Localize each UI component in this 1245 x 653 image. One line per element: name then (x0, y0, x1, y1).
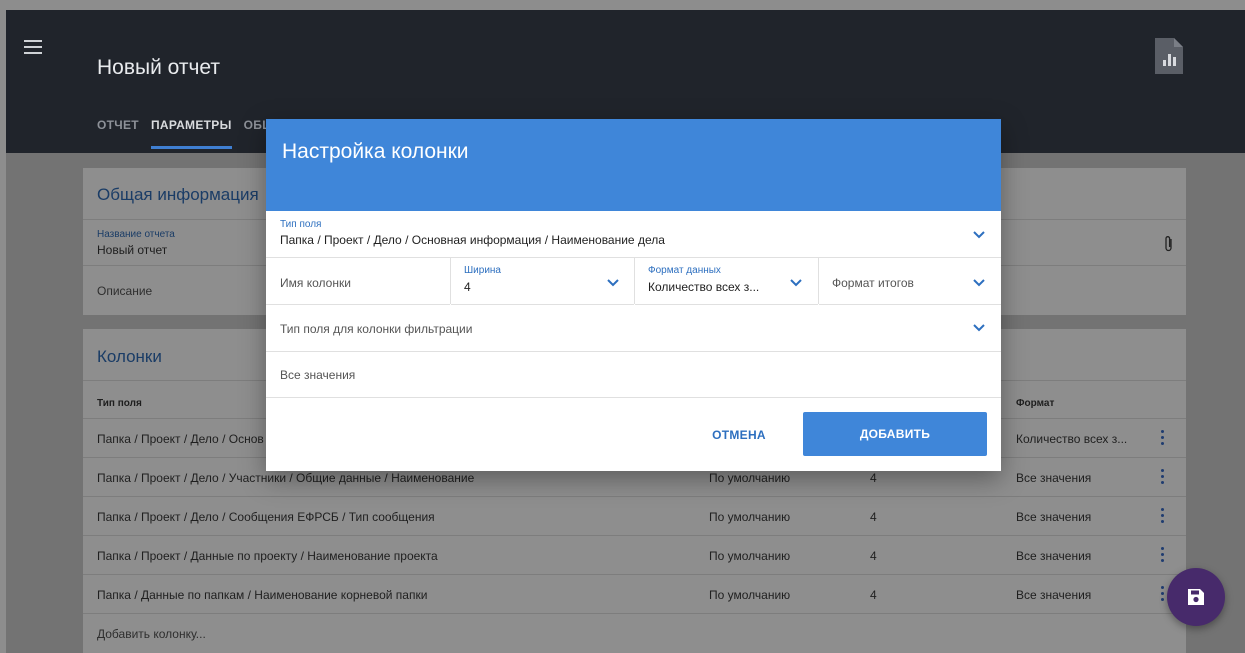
row-path: Папка / Проект / Дело / Сообщения ЕФРСБ … (97, 510, 435, 524)
column-header-format: Формат (1016, 398, 1055, 409)
table-row[interactable]: Папка / Данные по папкам / Наименование … (83, 574, 1186, 613)
column-name-field[interactable]: Имя колонки (266, 258, 450, 305)
field-type-value: Папка / Проект / Дело / Основная информа… (280, 233, 665, 247)
data-format-select[interactable]: Формат данных Количество всех з... (635, 258, 818, 305)
add-column-link[interactable]: Добавить колонку... (97, 627, 206, 641)
save-icon (1188, 589, 1204, 605)
more-vert-icon[interactable] (1161, 508, 1165, 524)
row-format: Все значения (1016, 471, 1092, 485)
totals-format-select[interactable]: Формат итогов (819, 258, 1001, 305)
chevron-down-icon[interactable] (607, 279, 619, 287)
row-total: По умолчанию (709, 588, 791, 602)
row-format: Все значения (1016, 588, 1092, 602)
table-row[interactable]: Папка / Проект / Дело / Сообщения ЕФРСБ … (83, 496, 1186, 535)
chevron-down-icon[interactable] (790, 279, 802, 287)
add-button[interactable]: ДОБАВИТЬ (803, 412, 987, 456)
width-select[interactable]: Ширина 4 (451, 258, 634, 305)
row-total: По умолчанию (709, 510, 791, 524)
row-width: 4 (870, 549, 877, 563)
more-vert-icon[interactable] (1161, 469, 1165, 485)
row-width: 4 (870, 510, 877, 524)
column-settings-dialog: Настройка колонки Тип поля Папка / Проек… (266, 119, 1001, 471)
tab-parameters[interactable]: ПАРАМЕТРЫ (150, 118, 232, 149)
columns-title: Колонки (97, 347, 162, 366)
data-format-label: Формат данных (648, 265, 721, 276)
more-vert-icon[interactable] (1161, 547, 1165, 563)
cancel-button[interactable]: ОТМЕНА (694, 413, 784, 457)
width-label: Ширина (464, 265, 501, 276)
row-width: 4 (870, 588, 877, 602)
column-name-placeholder: Имя колонки (280, 276, 351, 290)
more-vert-icon[interactable] (1161, 430, 1165, 446)
row-format: Все значения (1016, 549, 1092, 563)
save-button[interactable] (1167, 568, 1225, 626)
row-total: По умолчанию (709, 549, 791, 563)
more-vert-icon[interactable] (1161, 586, 1165, 602)
row-format: Все значения (1016, 510, 1092, 524)
row-path: Папка / Проект / Дело / Основ (97, 432, 264, 446)
filter-field-type-select[interactable]: Тип поля для колонки фильтрации (266, 305, 1001, 352)
description-field[interactable]: Описание (97, 284, 152, 298)
dialog-title: Настройка колонки (282, 140, 469, 163)
tab-report[interactable]: ОТЧЕТ (97, 118, 139, 149)
report-file-icon[interactable] (1155, 38, 1183, 74)
field-type-select[interactable]: Тип поля Папка / Проект / Дело / Основна… (266, 211, 1001, 258)
chevron-down-icon[interactable] (973, 324, 985, 332)
field-type-label: Тип поля (280, 219, 322, 230)
width-value: 4 (464, 280, 471, 294)
filter-field-type-placeholder: Тип поля для колонки фильтрации (280, 322, 473, 336)
general-info-title: Общая информация (97, 185, 259, 204)
values-placeholder: Все значения (280, 368, 356, 382)
report-name-value[interactable]: Новый отчет (97, 243, 167, 257)
row-path: Папка / Проект / Дело / Участники / Общи… (97, 471, 475, 485)
paperclip-icon[interactable] (1164, 235, 1174, 253)
values-field[interactable]: Все значения (266, 352, 1001, 398)
tab-bar: ОТЧЕТ ПАРАМЕТРЫ ОБЩ (97, 118, 275, 149)
data-format-value: Количество всех з... (648, 280, 760, 294)
report-name-label: Название отчета (97, 229, 175, 240)
row-width: 4 (870, 471, 877, 485)
table-row[interactable]: Папка / Проект / Данные по проекту / Наи… (83, 535, 1186, 574)
row-total: По умолчанию (709, 471, 791, 485)
add-column-row[interactable]: Добавить колонку... (83, 613, 1186, 652)
row-path: Папка / Проект / Данные по проекту / Наи… (97, 549, 438, 563)
totals-format-placeholder: Формат итогов (832, 276, 914, 290)
page-title: Новый отчет (97, 56, 221, 79)
row-path: Папка / Данные по папкам / Наименование … (97, 588, 428, 602)
chevron-down-icon[interactable] (973, 279, 985, 287)
column-header-field-type: Тип поля (97, 398, 142, 409)
row-format: Количество всех з... (1016, 432, 1128, 446)
chevron-down-icon[interactable] (973, 231, 985, 239)
menu-icon[interactable] (24, 40, 42, 54)
dialog-header: Настройка колонки (266, 119, 1001, 211)
